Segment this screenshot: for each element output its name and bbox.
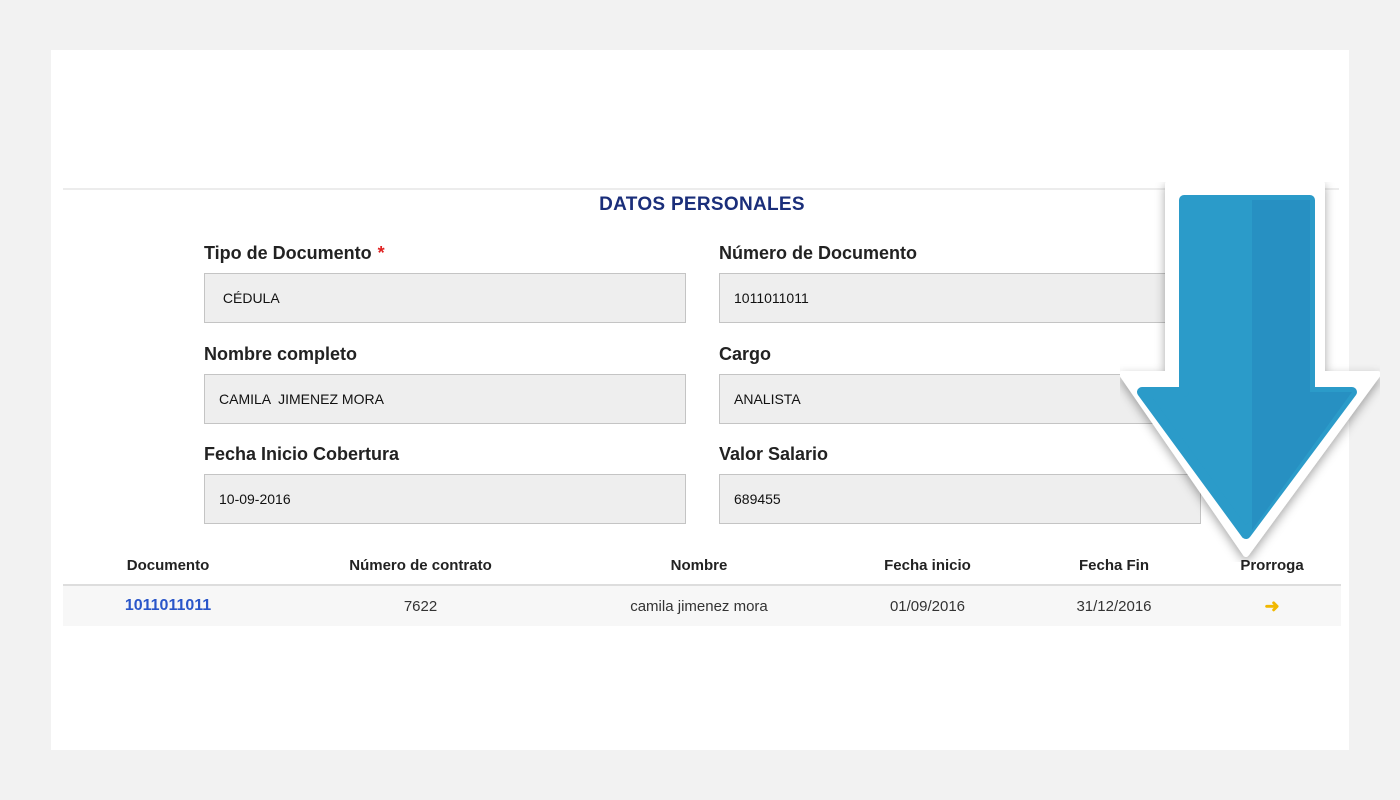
numero-documento-label: Número de Documento <box>719 243 918 263</box>
header-fecha-inicio: Fecha inicio <box>884 556 971 574</box>
nombre-completo-field[interactable]: CAMILA JIMENEZ MORA <box>204 374 686 424</box>
down-arrow-icon <box>1120 182 1380 557</box>
numero-contrato-cell: 7622 <box>403 597 438 615</box>
valor-salario-label: Valor Salario <box>719 444 829 464</box>
fecha-fin-cell: 31/12/2016 <box>1076 597 1152 615</box>
tipo-documento-field[interactable]: CÉDULA <box>204 273 686 323</box>
nombre-completo-label: Nombre completo <box>204 344 358 364</box>
tipo-documento-label-text: Tipo de Documento <box>204 243 372 263</box>
prorroga-cell: ➜ <box>1203 596 1341 617</box>
nombre-cell: camila jimenez mora <box>630 597 768 615</box>
header-nombre: Nombre <box>670 556 728 574</box>
fecha-inicio-cobertura-field[interactable]: 10-09-2016 <box>204 474 686 524</box>
required-mark: * <box>377 243 385 263</box>
tipo-documento-label: Tipo de Documento * <box>204 243 385 264</box>
documento-cell: 1011011011 <box>63 597 273 615</box>
arrow-right-icon[interactable]: ➜ <box>1264 596 1279 616</box>
fecha-inicio-cell: 01/09/2016 <box>889 597 966 615</box>
cargo-label: Cargo <box>719 344 772 364</box>
documento-link[interactable]: 1011011011 <box>125 597 211 614</box>
header-numero-contrato: Número de contrato <box>349 556 492 574</box>
fecha-inicio-cobertura-label: Fecha Inicio Cobertura <box>204 444 400 464</box>
header-documento: Documento <box>126 556 210 574</box>
table-row: 1011011011 7622 camila jimenez mora 01/0… <box>63 586 1341 626</box>
